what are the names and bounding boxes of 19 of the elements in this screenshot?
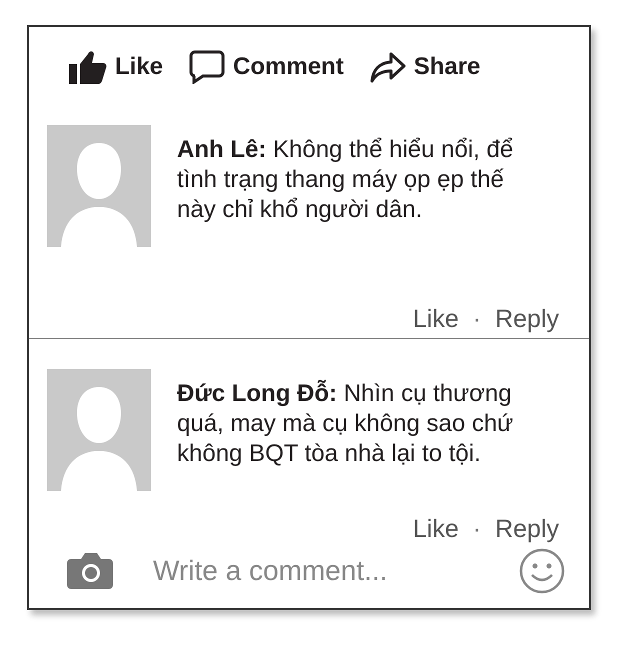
reply-link[interactable]: Reply (495, 515, 559, 544)
comment-button[interactable]: Comment (189, 50, 344, 84)
avatar-icon (47, 369, 151, 491)
like-button[interactable]: Like (69, 50, 164, 84)
separator-dot: · (472, 515, 482, 544)
comment-input[interactable]: Write a comment... (153, 555, 479, 587)
avatar-icon (47, 125, 151, 247)
share-button[interactable]: Share (370, 51, 480, 83)
separator-dot: · (472, 305, 482, 334)
reply-link[interactable]: Reply (495, 305, 559, 334)
camera-icon[interactable] (67, 553, 113, 589)
comment-text: Đức Long Đỗ: Nhìn cụ thương quá, may mà cụ không sao chứ không BQT tòa nhà lại to tội. (177, 379, 514, 469)
smiley-icon[interactable] (519, 548, 565, 594)
thumbs-up-icon (69, 50, 107, 84)
comment-text: Anh Lê: Không thể hiểu nổi, để tình trạng thang máy ọp ẹp thế này chỉ khổ người dân. (177, 135, 514, 225)
speech-bubble-icon (189, 50, 226, 84)
like-link[interactable]: Like (412, 305, 459, 334)
like-link[interactable]: Like (412, 515, 459, 544)
share-arrow-icon (370, 51, 406, 83)
